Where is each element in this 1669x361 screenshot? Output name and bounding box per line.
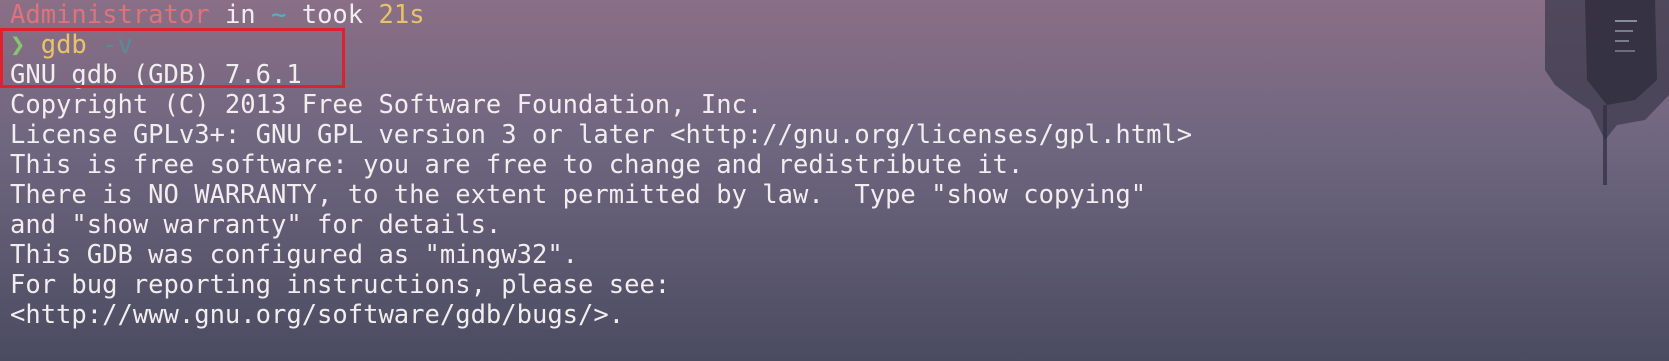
prompt-user: Administrator	[10, 0, 210, 30]
prompt-line: Administrator in ~ took 21s	[10, 0, 425, 30]
prompt-directory: ~	[271, 0, 287, 30]
output-line: Copyright (C) 2013 Free Software Foundat…	[10, 90, 763, 120]
prompt-in-word: in	[209, 0, 272, 30]
output-line: This GDB was configured as "mingw32".	[10, 240, 579, 270]
output-line: <http://www.gnu.org/software/gdb/bugs/>.	[10, 300, 625, 330]
output-line: License GPLv3+: GNU GPL version 3 or lat…	[10, 120, 1193, 150]
highlight-annotation-box	[0, 28, 345, 88]
prompt-duration: 21s	[378, 0, 425, 30]
prompt-took-word: took	[286, 0, 379, 30]
output-line: and "show warranty" for details.	[10, 210, 502, 240]
terminal-window[interactable]: Administrator in ~ took 21s ❯ gdb -v GNU…	[0, 0, 1669, 361]
output-line: There is NO WARRANTY, to the extent perm…	[10, 180, 1147, 210]
output-line: For bug reporting instructions, please s…	[10, 270, 671, 300]
background-tower-graphic	[1545, 0, 1669, 185]
output-line: This is free software: you are free to c…	[10, 150, 1024, 180]
